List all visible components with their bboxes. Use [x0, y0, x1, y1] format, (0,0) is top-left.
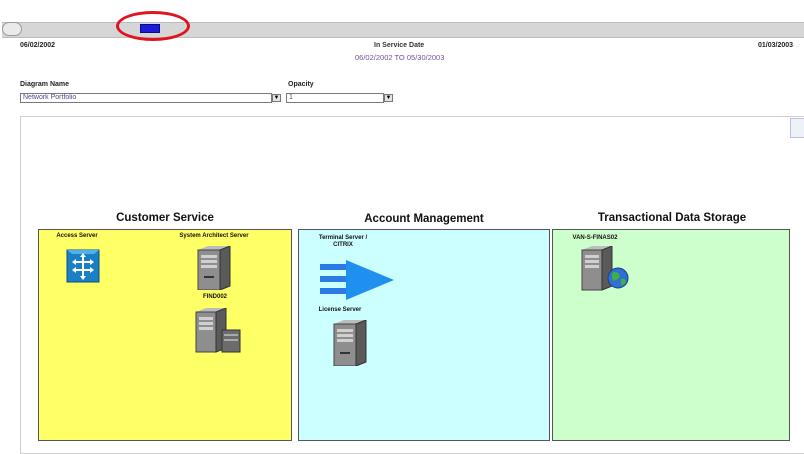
diagram-name-label: Diagram Name	[20, 81, 70, 88]
opacity-dropdown-arrow-icon[interactable]: ▼	[384, 94, 393, 102]
group-title-transactional-data-storage: Transactional Data Storage	[597, 212, 747, 224]
timeline-range: 06/02/2002 TO 05/30/2003	[355, 53, 445, 62]
node-label-license-server: License Server	[318, 307, 362, 313]
server-tower-icon[interactable]	[330, 319, 370, 371]
slider-left-cap[interactable]	[2, 22, 22, 36]
node-label-find002: FIND002	[202, 294, 227, 300]
annotation-circle	[116, 11, 190, 41]
timeline-title: In Service Date	[374, 42, 425, 49]
server-storage-icon[interactable]	[192, 307, 242, 359]
group-title-customer-service: Customer Service	[116, 212, 214, 224]
node-label-system-architect-server: System Architect Server	[179, 233, 249, 239]
server-tower-icon[interactable]	[194, 245, 234, 295]
timeline-end-date: 01/03/2003	[758, 42, 794, 49]
canvas-scroll-button[interactable]	[790, 118, 804, 138]
citrix-arrow-icon[interactable]	[320, 258, 396, 307]
web-server-icon[interactable]	[578, 245, 634, 297]
opacity-select[interactable]: 1	[286, 93, 384, 103]
opacity-label: Opacity	[288, 81, 314, 88]
group-title-account-management: Account Management	[364, 213, 484, 225]
node-label-van-s-finas02: VAN-S-FINAS02	[572, 235, 618, 241]
diagram-dropdown-arrow-icon[interactable]: ▼	[272, 94, 281, 102]
node-label-terminal-server: Terminal Server / CITRIX	[318, 235, 368, 248]
switch-icon[interactable]	[66, 249, 100, 288]
timeline-start-date: 06/02/2002	[20, 42, 56, 49]
diagram-name-select[interactable]: Network Portfolio	[20, 93, 272, 103]
node-label-access-server: Access Server	[56, 233, 98, 239]
